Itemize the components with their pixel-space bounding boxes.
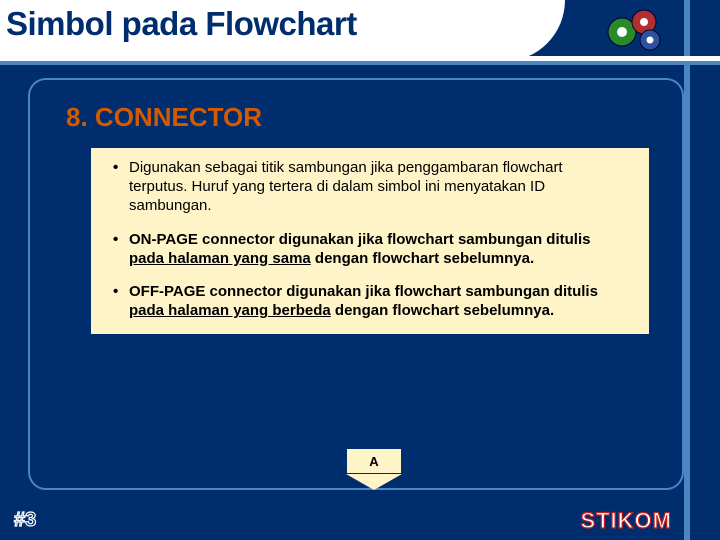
content-frame: 8. CONNECTOR Digunakan sebagai titik sam… (28, 78, 684, 490)
section-number: 8. (66, 102, 88, 132)
section-name: CONNECTOR (95, 102, 262, 132)
list-item: OFF-PAGE connector digunakan jika flowch… (113, 282, 623, 320)
list-item: ON-PAGE connector digunakan jika flowcha… (113, 230, 623, 268)
bullet-tail: dengan flowchart sebelumnya. (311, 250, 534, 267)
list-item: Digunakan sebagai titik sambungan jika p… (113, 158, 623, 216)
bullet-text: OFF-PAGE connector digunakan jika flowch… (129, 283, 598, 300)
bullet-text: Digunakan sebagai titik sambungan jika p… (129, 159, 563, 214)
bullet-tail: dengan flowchart sebelumnya. (331, 302, 554, 319)
brand-mark: STIKOM (580, 508, 672, 534)
bullet-list: Digunakan sebagai titik sambungan jika p… (113, 158, 623, 320)
connector-label: A (346, 448, 402, 474)
slide-number: #3 (14, 509, 36, 532)
title-separator (0, 61, 720, 65)
bullet-text: ON-PAGE connector digunakan jika flowcha… (129, 231, 590, 248)
gears-icon (600, 4, 672, 54)
info-box: Digunakan sebagai titik sambungan jika p… (90, 147, 650, 335)
banner-curve (505, 0, 565, 61)
vertical-accent (684, 0, 690, 540)
bullet-underline: pada halaman yang berbeda (129, 302, 331, 319)
title-banner: Simbol pada Flowchart (0, 0, 505, 56)
section-heading: 8. CONNECTOR (66, 102, 652, 133)
page-title: Simbol pada Flowchart (0, 0, 505, 43)
bullet-underline: pada halaman yang sama (129, 250, 311, 267)
offpage-connector-symbol: A (346, 448, 402, 474)
